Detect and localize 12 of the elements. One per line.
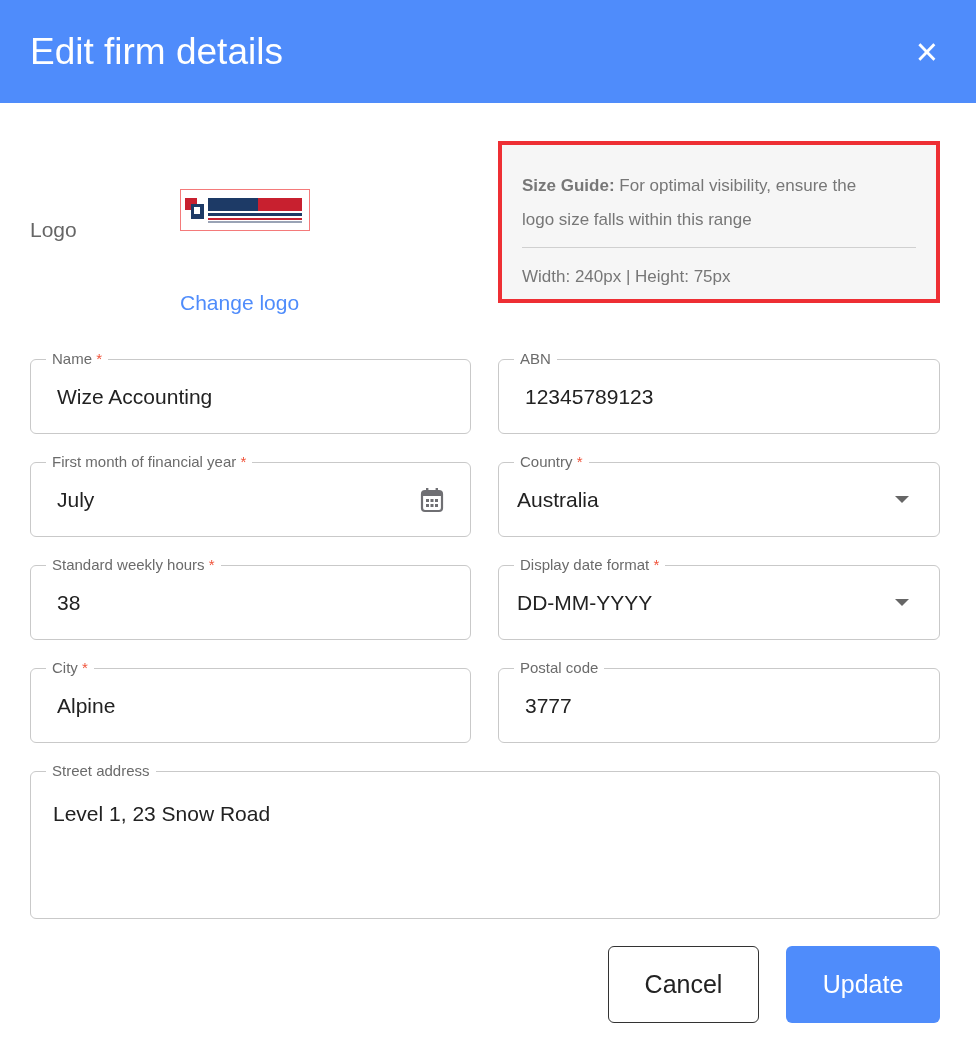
dropdown-caret-icon[interactable] xyxy=(895,496,909,503)
field-label: First month of financial year * xyxy=(46,453,253,471)
calendar-icon[interactable] xyxy=(420,486,444,513)
field-label: City * xyxy=(46,659,94,677)
cancel-button[interactable]: Cancel xyxy=(608,946,759,1023)
dialog-title: Edit firm details xyxy=(30,30,283,73)
logo-label: Logo xyxy=(30,218,78,242)
field-label: Display date format * xyxy=(514,556,666,574)
dropdown-caret-icon[interactable] xyxy=(895,599,909,606)
field-label: Standard weekly hours * xyxy=(46,556,221,574)
size-guide-text: Size Guide: For optimal visibility, ensure the logo size falls within this range xyxy=(522,175,858,231)
size-dimensions: Width: 240px | Height: 75px xyxy=(522,266,732,288)
